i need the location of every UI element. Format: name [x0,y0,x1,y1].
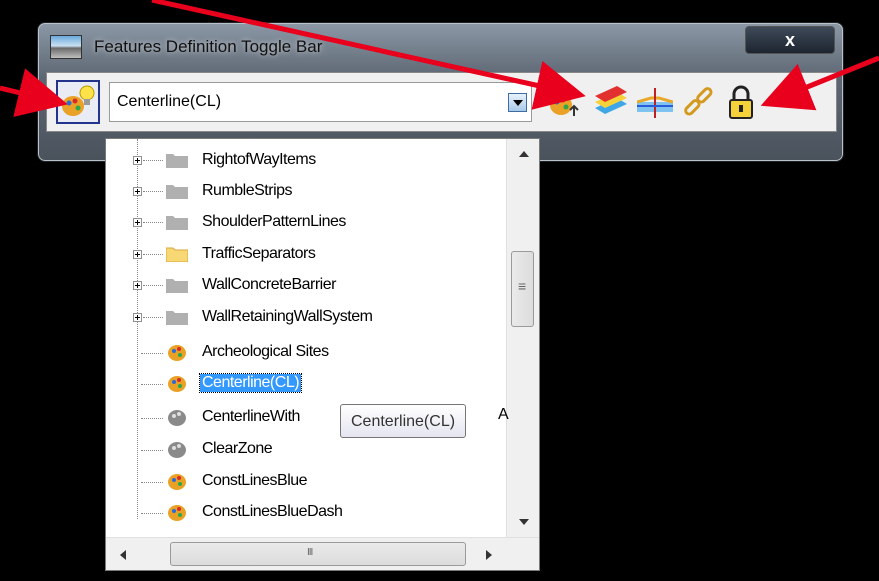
expand-icon[interactable] [133,281,142,290]
list-item-label: ShoulderPatternLines [202,213,346,230]
palette-gray-icon [168,410,186,426]
feature-definition-toggle-icon [62,85,95,116]
expand-icon[interactable] [133,250,142,259]
list-item-selected[interactable]: Centerline(CL) [106,368,506,400]
palette-icon [168,505,186,521]
list-item-label: CenterlineWith [202,408,300,425]
scroll-down-arrow-icon[interactable] [519,519,529,525]
folder-icon [166,185,188,199]
list-item-label: WallConcreteBarrier [202,276,336,293]
list-item[interactable]: ShoulderPatternLines [106,207,506,239]
folder-icon [166,216,188,230]
scroll-right-arrow-icon[interactable] [486,550,492,560]
chain-link-icon[interactable] [680,84,716,120]
feature-combobox[interactable]: Centerline(CL) [109,82,532,122]
dropdown-arrow-button[interactable] [508,93,527,112]
app-icon [50,35,82,59]
cross-section-icon[interactable] [637,84,673,120]
list-item[interactable]: WallRetainingWallSystem [106,302,506,334]
list-item-label: WallRetainingWallSystem [202,308,373,325]
list-item-label: TrafficSeparators [202,245,316,262]
layers-icon[interactable] [593,84,629,120]
combo-value: Centerline(CL) [117,93,222,110]
palette-icon [168,474,186,490]
list-item[interactable]: ConstLinesBlueDash [106,497,506,529]
list-item[interactable]: TrafficSeparators [106,239,506,271]
expand-icon[interactable] [133,313,142,322]
vertical-scrollbar[interactable] [506,139,539,537]
list-item-label: ClearZone [202,440,273,457]
open-folder-icon [166,247,188,262]
list-item[interactable]: RightofWayItems [106,145,506,177]
toolbar: Centerline(CL) [46,72,837,132]
list-item-label: ConstLinesBlueDash [202,503,343,520]
expand-icon[interactable] [133,187,142,196]
list-item-label: ConstLinesBlue [202,472,308,489]
palette-icon[interactable] [547,84,583,120]
clipped-text: A [498,406,509,423]
palette-icon [168,345,186,361]
list-item-label: Centerline(CL) [198,373,303,393]
horizontal-scrollbar[interactable] [106,537,539,570]
list-item[interactable]: ConstLinesBlue [106,466,506,498]
palette-icon [168,376,186,392]
window-title: Features Definition Toggle Bar [94,37,323,56]
folder-icon [166,311,188,325]
expand-icon[interactable] [133,218,142,227]
feature-definition-toggle-button[interactable] [56,80,100,124]
vertical-scroll-thumb[interactable] [511,251,534,327]
expand-icon[interactable] [133,156,142,165]
list-item-label: Archeological Sites [202,343,329,360]
palette-gray-icon [168,442,186,458]
folder-icon [166,279,188,293]
scroll-left-arrow-icon[interactable] [120,550,126,560]
close-button[interactable]: x [745,26,835,54]
horizontal-scroll-thumb[interactable] [170,542,466,566]
list-item[interactable]: Archeological Sites [106,337,506,369]
scroll-up-arrow-icon[interactable] [519,151,529,157]
feature-dropdown-list[interactable]: RightofWayItems RumbleStrips ShoulderPat… [105,138,540,571]
padlock-icon[interactable] [723,84,759,120]
tooltip: Centerline(CL) [340,404,467,438]
list-item[interactable]: WallConcreteBarrier [106,270,506,302]
list-item-label: RightofWayItems [202,151,316,168]
folder-icon [166,154,188,168]
list-item[interactable]: RumbleStrips [106,176,506,208]
list-item-label: RumbleStrips [202,182,293,199]
